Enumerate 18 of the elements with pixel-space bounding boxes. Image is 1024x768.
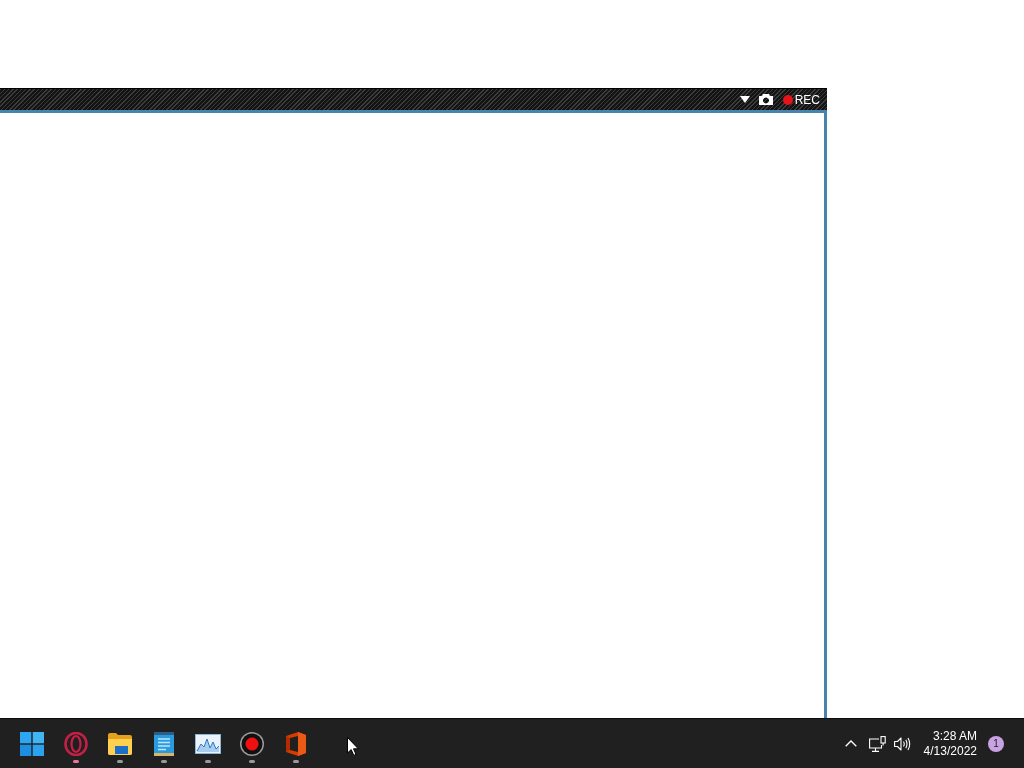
record-icon (240, 732, 264, 756)
clock-button[interactable]: 3:28 AM 4/13/2022 (923, 728, 977, 759)
ring-icon (64, 732, 88, 756)
camera-button[interactable] (757, 92, 774, 107)
notification-badge[interactable]: 1 (988, 735, 1004, 752)
logo-icon (286, 732, 306, 756)
caret-icon (739, 96, 750, 103)
line-chart-icon (195, 734, 221, 754)
four-tile-logo-icon (20, 732, 44, 756)
notepad-icon (154, 732, 174, 756)
folder-icon (108, 733, 132, 755)
mouse-pointer-icon (347, 737, 359, 756)
chevron-up-icon (844, 740, 857, 747)
record-button[interactable]: REC (782, 92, 820, 107)
speaker-icon (894, 736, 912, 751)
wired-network-icon (869, 735, 887, 752)
camera-icon (758, 94, 773, 105)
record-dot-icon (782, 94, 793, 105)
